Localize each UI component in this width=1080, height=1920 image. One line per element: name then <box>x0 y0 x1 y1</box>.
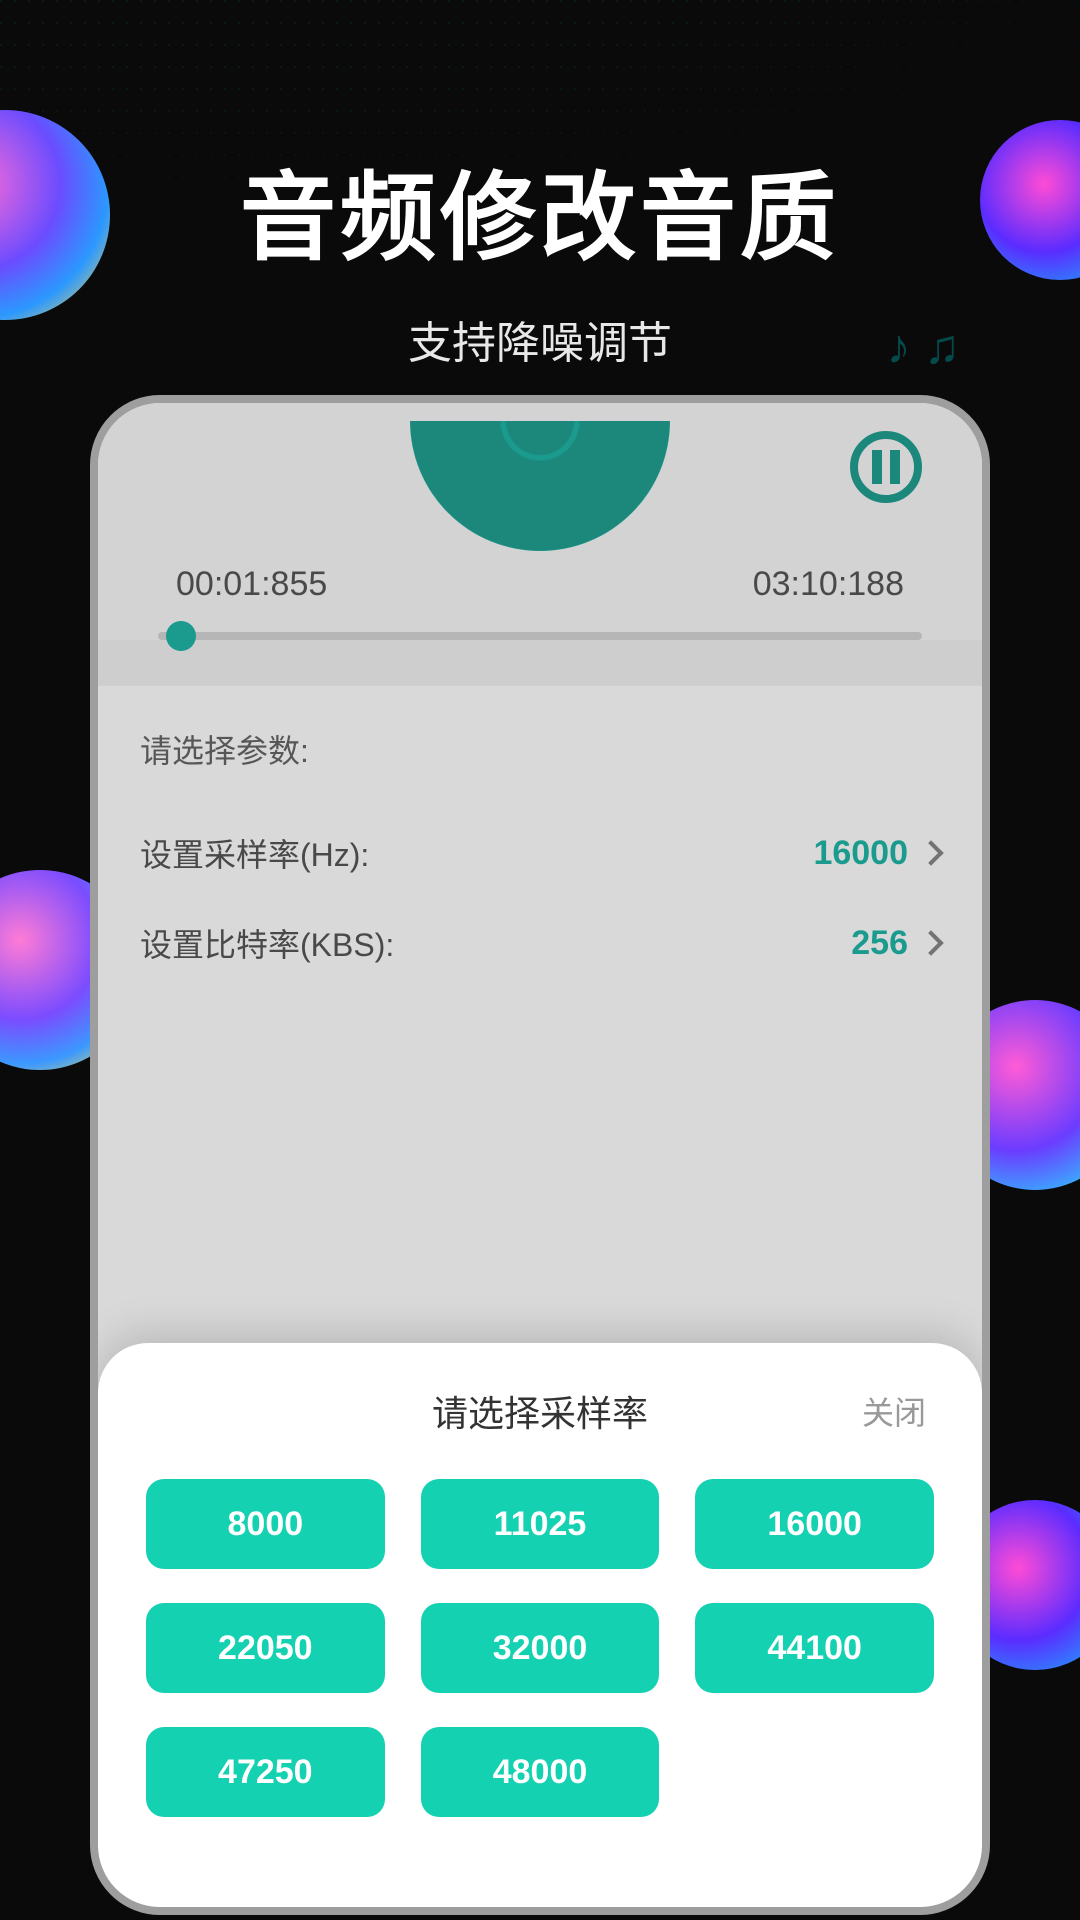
sample-rate-option[interactable]: 47250 <box>146 1727 385 1817</box>
total-time: 03:10:188 <box>753 565 904 604</box>
sample-rate-label: 设置采样率(Hz): <box>140 830 369 876</box>
sample-rate-sheet: 请选择采样率 关闭 8000 11025 16000 22050 32000 4… <box>98 1343 982 1907</box>
params-title: 请选择参数: <box>140 726 940 772</box>
sample-rate-option[interactable]: 22050 <box>146 1603 385 1693</box>
sheet-title: 请选择采样率 <box>432 1385 648 1437</box>
phone-mock: 00:01:855 03:10:188 请选择参数: 设置采样率(Hz): 16… <box>90 395 990 1915</box>
hero: 音频修改音质 支持降噪调节 <box>0 0 1080 371</box>
pause-button[interactable] <box>850 431 922 503</box>
current-time: 00:01:855 <box>176 565 327 604</box>
bitrate-row[interactable]: 设置比特率(KBS): 256 <box>140 898 940 988</box>
chevron-right-icon <box>918 930 943 955</box>
sample-rate-option[interactable]: 16000 <box>695 1479 934 1569</box>
bitrate-label: 设置比特率(KBS): <box>140 920 394 966</box>
slider-thumb[interactable] <box>166 621 196 651</box>
sample-rate-row[interactable]: 设置采样率(Hz): 16000 <box>140 808 940 898</box>
pause-icon <box>872 450 882 484</box>
chevron-right-icon <box>918 840 943 865</box>
options-grid: 8000 11025 16000 22050 32000 44100 47250… <box>146 1479 934 1817</box>
page-title: 音频修改音质 <box>0 140 1080 279</box>
sample-rate-option[interactable]: 32000 <box>421 1603 660 1693</box>
close-button[interactable]: 关闭 <box>862 1388 926 1434</box>
progress-slider[interactable] <box>158 632 922 640</box>
sample-rate-option[interactable]: 44100 <box>695 1603 934 1693</box>
sample-rate-option[interactable]: 48000 <box>421 1727 660 1817</box>
vinyl-icon <box>410 421 670 551</box>
page-subtitle: 支持降噪调节 <box>0 307 1080 371</box>
bitrate-value: 256 <box>851 924 908 963</box>
player-area: 00:01:855 03:10:188 <box>98 403 982 640</box>
sample-rate-value: 16000 <box>813 834 908 873</box>
sample-rate-option[interactable]: 11025 <box>421 1479 660 1569</box>
sample-rate-option[interactable]: 8000 <box>146 1479 385 1569</box>
pause-icon <box>890 450 900 484</box>
